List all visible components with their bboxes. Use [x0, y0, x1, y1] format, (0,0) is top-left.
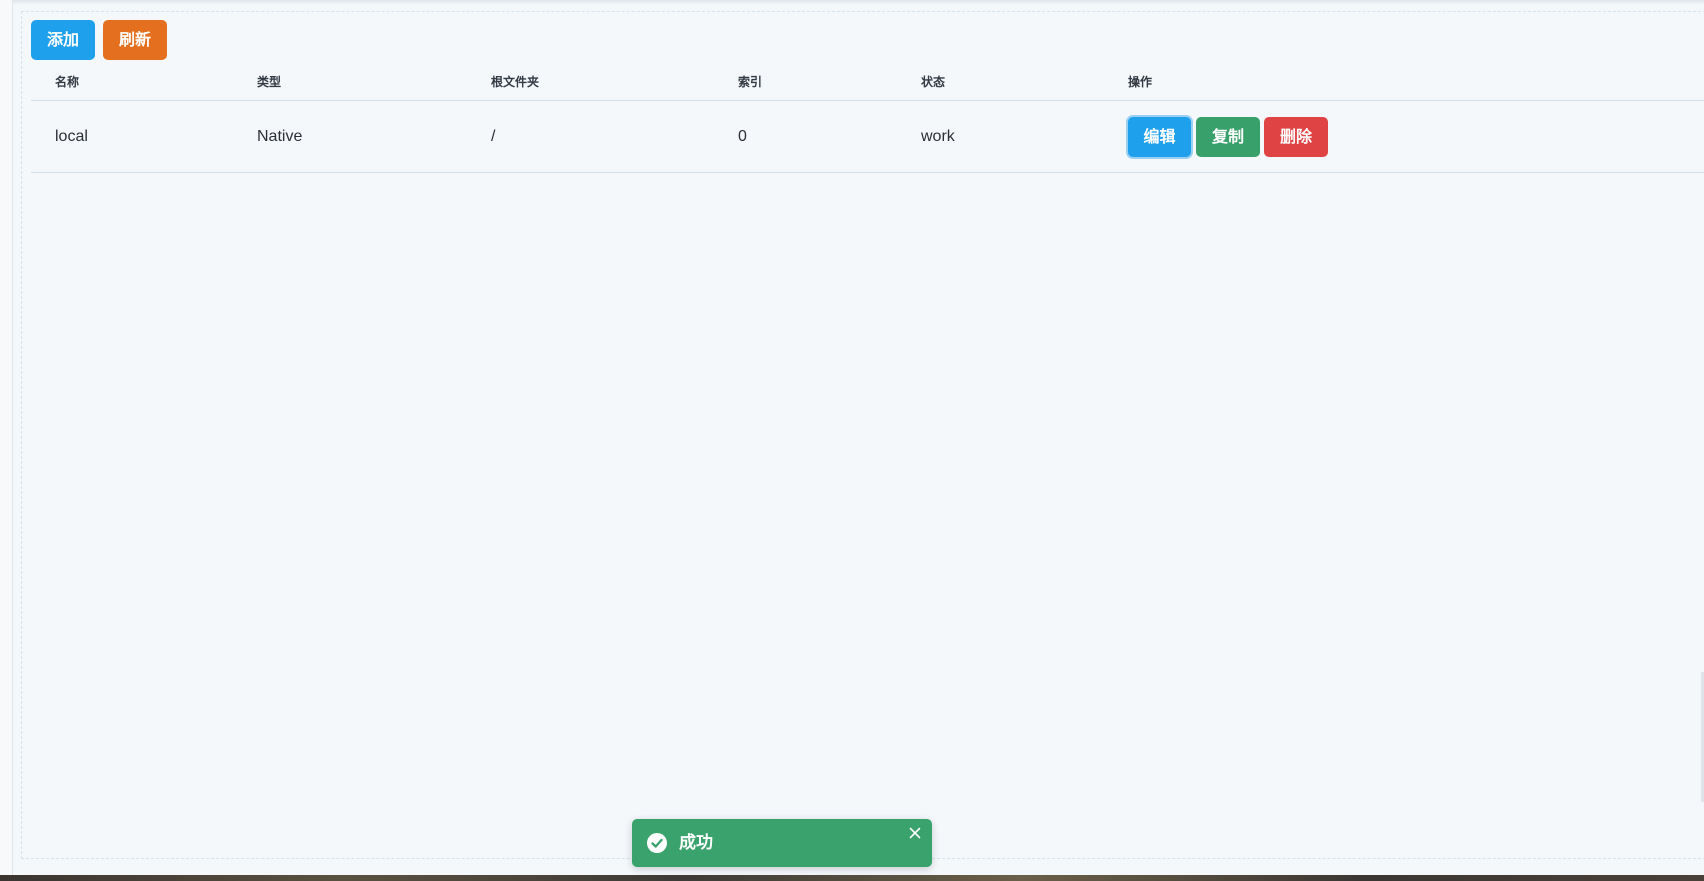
check-circle-icon	[647, 833, 667, 853]
column-header-index: 索引	[738, 75, 763, 89]
add-button[interactable]: 添加	[31, 20, 95, 60]
column-header-status: 状态	[921, 75, 946, 89]
cell-index: 0	[738, 128, 747, 145]
delete-button[interactable]: 删除	[1264, 117, 1328, 157]
column-header-root-folder: 根文件夹	[491, 75, 540, 89]
header-divider	[31, 100, 1704, 101]
cell-name: local	[55, 128, 88, 145]
refresh-button[interactable]: 刷新	[103, 20, 167, 60]
row-divider	[31, 172, 1704, 173]
column-header-actions: 操作	[1128, 75, 1153, 89]
toast-message: 成功	[679, 833, 713, 853]
cell-type: Native	[257, 128, 303, 145]
top-shadow	[0, 0, 1704, 5]
success-toast: 成功	[632, 819, 932, 867]
column-header-name: 名称	[55, 75, 80, 89]
left-rail	[0, 0, 13, 881]
copy-button[interactable]: 复制	[1196, 117, 1260, 157]
cell-status: work	[921, 128, 955, 145]
cell-root-folder: /	[491, 128, 496, 145]
close-icon[interactable]	[907, 825, 923, 841]
page-root: 添加 刷新 名称 类型 根文件夹 索引 状态 操作 local Native /…	[0, 0, 1704, 881]
edit-button[interactable]: 编辑	[1128, 117, 1191, 157]
taskbar-strip	[0, 875, 1704, 881]
column-header-type: 类型	[257, 75, 282, 89]
